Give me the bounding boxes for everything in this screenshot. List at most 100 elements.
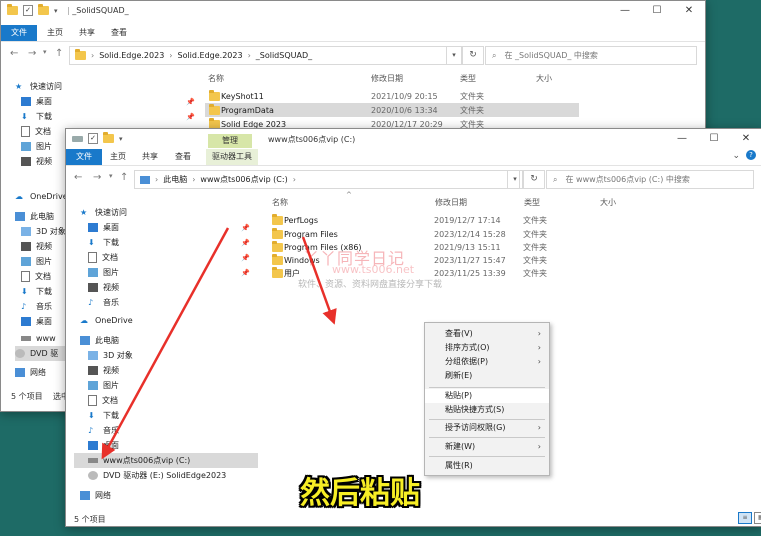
up-arrow-icon[interactable]: ↑ (120, 172, 128, 183)
nav-item-desktop-pc[interactable]: 桌面 (88, 438, 119, 453)
nav-item[interactable]: ♪ 音乐 (21, 299, 52, 314)
nav-item-quick-access[interactable]: ★ 快速访问 (80, 205, 256, 220)
breadcrumb-item[interactable]: _SolidSQUAD_ (256, 51, 312, 60)
tab-file[interactable]: 文件 (1, 25, 37, 41)
large-icons-view-icon[interactable]: ▦ (754, 512, 761, 524)
tab-share[interactable]: 共享 (136, 149, 164, 165)
menu-item-sort-by[interactable]: 排序方式(O) › (425, 341, 549, 355)
address-dropdown-icon[interactable]: ▾ (446, 46, 462, 65)
refresh-icon[interactable]: ↻ (462, 46, 484, 65)
front-breadcrumb[interactable]: › 此电脑 › www点ts006点vip (C:) › (134, 170, 520, 189)
nav-item-pictures-pc[interactable]: 图片 (88, 378, 119, 393)
nav-item-3d-objects[interactable]: 3D 对象 (88, 348, 133, 363)
tab-home[interactable]: 主页 (41, 25, 69, 41)
pin-icon[interactable]: 📌 (241, 239, 250, 247)
back-arrow-icon[interactable]: ← (10, 48, 18, 59)
nav-item[interactable]: ⬇ 下载 (21, 109, 52, 124)
nav-item-this-pc[interactable]: 此电脑 (80, 333, 119, 348)
column-header-size[interactable]: 大小 (600, 197, 616, 208)
column-header-size[interactable]: 大小 (536, 73, 552, 84)
column-header-type[interactable]: 类型 (460, 73, 476, 84)
nav-item-desktop[interactable]: 桌面 📌 (88, 220, 256, 235)
pin-icon[interactable]: 📌 (186, 98, 195, 106)
close-button[interactable]: ✕ (673, 1, 705, 21)
chevron-down-icon[interactable]: ▾ (119, 135, 123, 143)
pin-icon[interactable]: 📌 (241, 254, 250, 262)
nav-item-music-pc[interactable]: ♪ 音乐 (88, 423, 119, 438)
menu-item-new[interactable]: 新建(W) › (425, 440, 549, 454)
nav-item[interactable]: 桌面 (21, 94, 52, 109)
column-header-name[interactable]: 名称 (272, 197, 288, 208)
tab-share[interactable]: 共享 (73, 25, 101, 41)
menu-item-paste[interactable]: 粘贴(P) (425, 389, 549, 403)
pin-icon[interactable]: 📌 (186, 113, 195, 121)
forward-arrow-icon[interactable]: → (93, 172, 101, 183)
nav-item[interactable]: 图片 (21, 139, 52, 154)
nav-item[interactable]: 网络 (15, 365, 46, 379)
chevron-down-icon[interactable]: ▾ (54, 7, 58, 15)
nav-item-videos-pc[interactable]: 视频 (88, 363, 119, 378)
nav-item[interactable]: 3D 对象 (21, 224, 66, 239)
menu-item-give-access[interactable]: 授予访问权限(G) › (425, 421, 549, 435)
nav-item-videos[interactable]: 视频 (88, 280, 119, 295)
back-search-input[interactable]: ⌕ 在 _SolidSQUAD_ 中搜索 (485, 46, 697, 65)
chevron-down-icon[interactable]: ⌄ (732, 151, 740, 161)
menu-item-view[interactable]: 查看(V) › (425, 327, 549, 341)
tab-view[interactable]: 查看 (105, 25, 133, 41)
up-arrow-icon[interactable]: ↑ (55, 48, 63, 59)
minimize-button[interactable]: — (666, 129, 698, 149)
recent-dropdown-icon[interactable]: ▾ (109, 172, 113, 180)
front-search-input[interactable]: ⌕ 在 www点ts006点vip (C:) 中搜索 (546, 170, 754, 189)
back-arrow-icon[interactable]: ← (74, 172, 82, 183)
nav-item-music[interactable]: ♪ 音乐 (88, 295, 119, 310)
tab-home[interactable]: 主页 (104, 149, 132, 165)
column-header-name[interactable]: 名称 (208, 73, 224, 84)
maximize-button[interactable]: ☐ (698, 129, 730, 149)
help-icon[interactable]: ? (746, 150, 756, 160)
details-view-icon[interactable]: ≡ (738, 512, 752, 524)
nav-item-c-drive[interactable]: www点ts006点vip (C:) (74, 453, 258, 468)
nav-item[interactable]: 视频 (21, 154, 52, 169)
breadcrumb-item[interactable]: Solid.Edge.2023 (99, 51, 164, 60)
tab-view[interactable]: 查看 (169, 149, 197, 165)
properties-check-icon[interactable]: ✓ (23, 5, 33, 16)
recent-dropdown-icon[interactable]: ▾ (43, 48, 47, 56)
file-row[interactable]: PerfLogs 2019/12/7 17:14 文件夹 (268, 213, 648, 227)
pin-icon[interactable]: 📌 (241, 224, 250, 232)
nav-item[interactable]: 视频 (21, 239, 52, 254)
column-header-date[interactable]: 修改日期 (435, 197, 467, 208)
close-button[interactable]: ✕ (730, 129, 761, 149)
nav-item-dvd-drive[interactable]: DVD 驱动器 (E:) SolidEdge2023 (88, 468, 226, 483)
nav-item-network[interactable]: 网络 (80, 488, 111, 503)
nav-item-onedrive[interactable]: ☁ OneDrive (80, 313, 133, 328)
nav-item[interactable]: 此电脑 (15, 209, 54, 224)
nav-item-downloads[interactable]: ⬇ 下载 📌 (88, 235, 256, 250)
breadcrumb-item[interactable]: www点ts006点vip (C:) (200, 174, 287, 185)
file-row[interactable]: KeyShot11 2021/10/9 20:15 文件夹 (205, 89, 579, 103)
nav-item[interactable]: ⬇ 下载 (21, 284, 52, 299)
nav-item[interactable]: ★ 快速访问 (15, 79, 62, 94)
nav-item-pictures[interactable]: 图片 📌 (88, 265, 256, 280)
file-row[interactable]: ProgramData 2020/10/6 13:34 文件夹 (205, 103, 579, 117)
tab-file[interactable]: 文件 (66, 149, 102, 165)
properties-check-icon[interactable]: ✓ (88, 133, 98, 144)
nav-item-documents[interactable]: 文档 📌 (88, 250, 256, 265)
nav-item[interactable]: ☁ OneDrive (15, 189, 68, 204)
breadcrumb-item[interactable]: Solid.Edge.2023 (177, 51, 242, 60)
nav-item[interactable]: 图片 (21, 254, 52, 269)
menu-item-group-by[interactable]: 分组依据(P) › (425, 355, 549, 369)
tab-manage[interactable]: 管理 (208, 134, 252, 148)
file-row[interactable]: Program Files 2023/12/14 15:28 文件夹 (268, 227, 648, 241)
refresh-icon[interactable]: ↻ (523, 170, 545, 189)
new-folder-icon[interactable] (103, 132, 114, 143)
forward-arrow-icon[interactable]: → (28, 48, 36, 59)
back-breadcrumb[interactable]: › Solid.Edge.2023 › Solid.Edge.2023 › _S… (69, 46, 463, 65)
nav-item[interactable]: 文档 (21, 269, 51, 284)
menu-item-properties[interactable]: 属性(R) (425, 459, 549, 473)
column-header-date[interactable]: 修改日期 (371, 73, 403, 84)
column-header-type[interactable]: 类型 (524, 197, 540, 208)
address-dropdown-icon[interactable]: ▾ (507, 170, 523, 189)
minimize-button[interactable]: — (609, 1, 641, 21)
nav-item[interactable]: 文档 (21, 124, 51, 139)
menu-item-refresh[interactable]: 刷新(E) (425, 369, 549, 383)
